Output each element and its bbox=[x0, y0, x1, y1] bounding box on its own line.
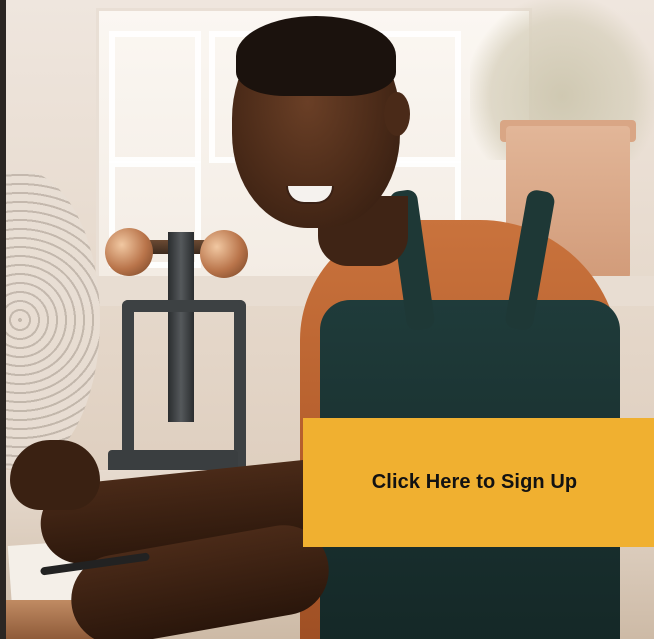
person-hand bbox=[10, 440, 100, 510]
window-pane bbox=[109, 31, 201, 163]
person-hair bbox=[236, 16, 396, 96]
left-border bbox=[0, 0, 6, 639]
press-ball-decor bbox=[200, 230, 248, 278]
press-ball-decor bbox=[105, 228, 153, 276]
fan-decor bbox=[0, 170, 100, 470]
sign-up-button[interactable]: Click Here to Sign Up bbox=[303, 418, 654, 547]
hero-banner: Click Here to Sign Up bbox=[0, 0, 654, 639]
sign-up-button-label: Click Here to Sign Up bbox=[371, 471, 578, 493]
person-ear bbox=[384, 92, 410, 136]
